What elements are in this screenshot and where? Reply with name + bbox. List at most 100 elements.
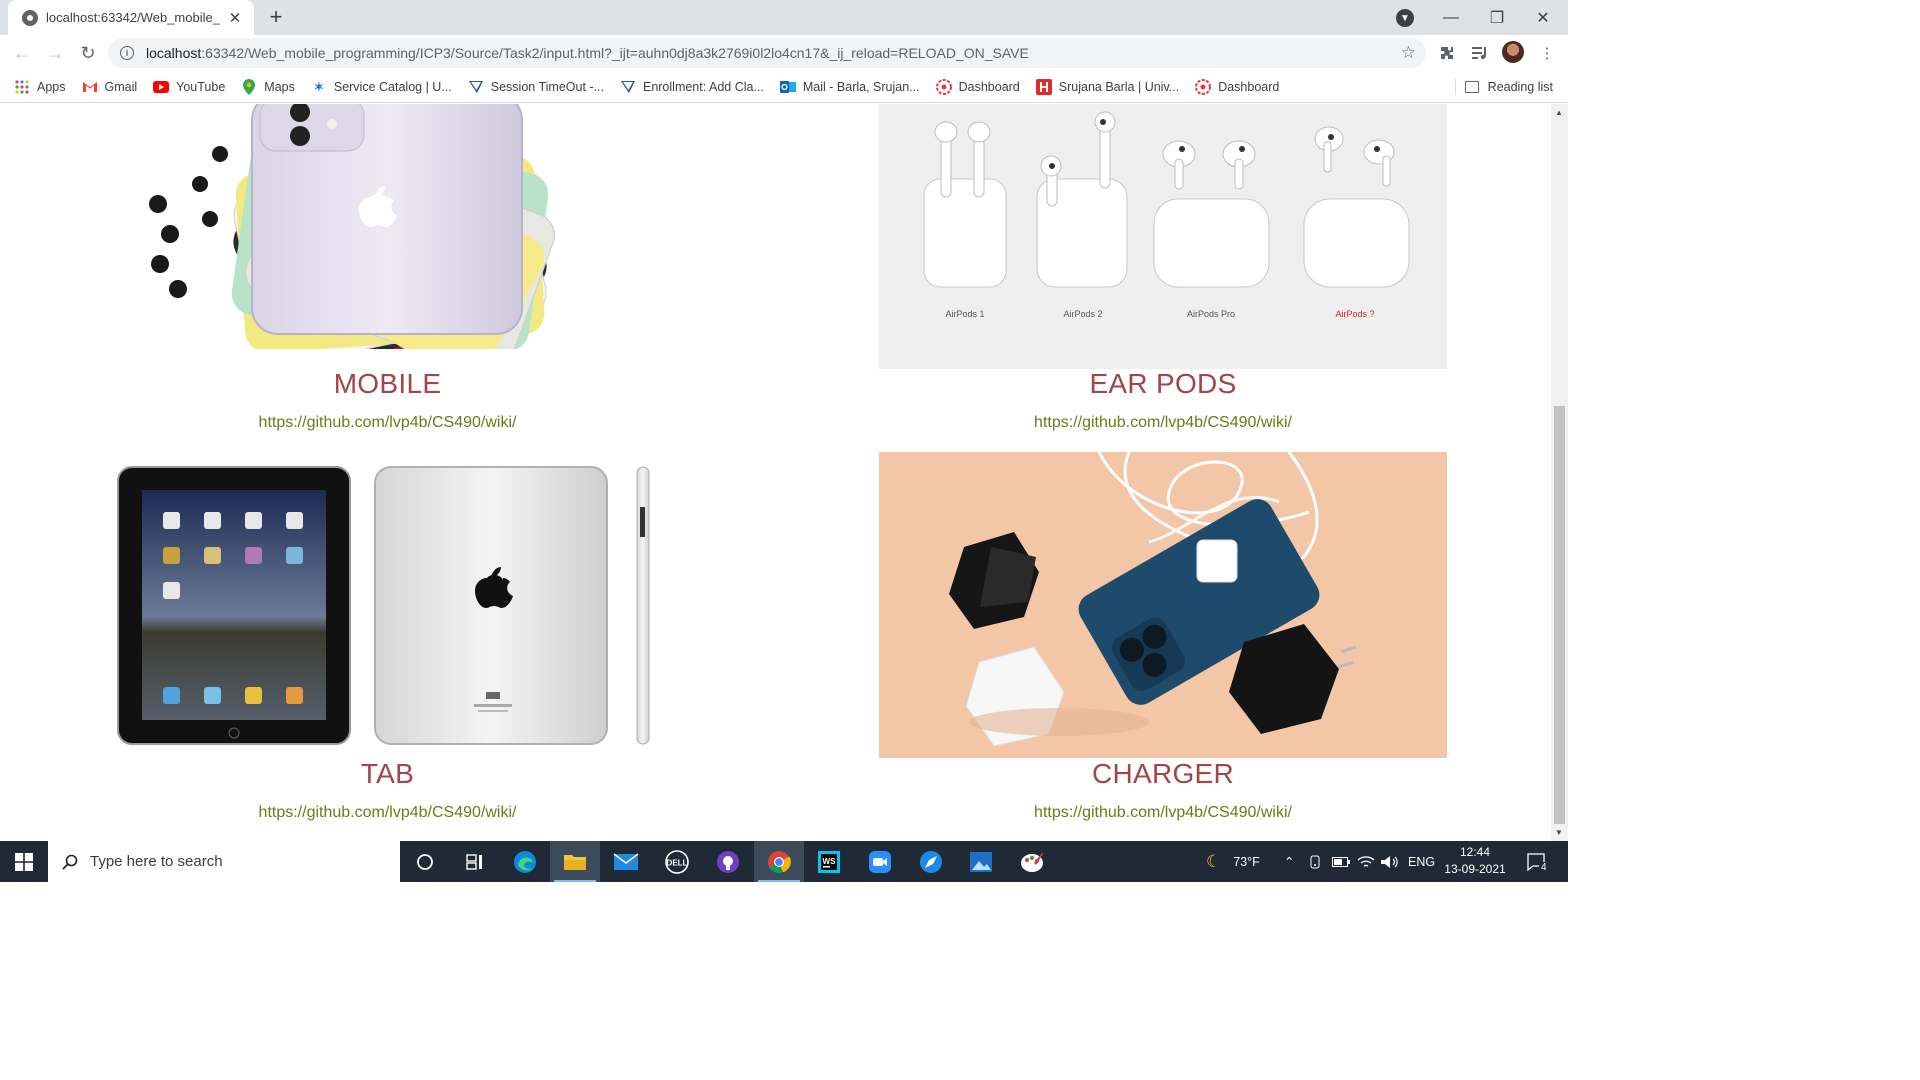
notification-count: 4 <box>1539 862 1549 873</box>
bookmark-enrollment[interactable]: Enrollment: Add Cla... <box>620 79 764 95</box>
dashboard-icon <box>935 78 952 95</box>
taskbar-clock[interactable]: 12:44 13-09-2021 <box>1440 844 1510 878</box>
handshake-icon <box>1035 78 1052 95</box>
globe-icon <box>22 9 38 26</box>
chrome-icon[interactable] <box>754 841 804 882</box>
task-view-icon[interactable] <box>450 841 500 882</box>
bookmark-label: Enrollment: Add Cla... <box>642 79 764 94</box>
bookmark-apps[interactable]: Apps <box>14 79 66 95</box>
bookmark-label: Service Catalog | U... <box>333 79 452 94</box>
gmail-icon <box>82 79 98 95</box>
bookmark-gmail[interactable]: Gmail <box>82 79 137 95</box>
browser-toolbar: ← → ↻ i localhost:63342/Web_mobile_progr… <box>0 35 1568 71</box>
bookmark-maps[interactable]: Maps <box>241 78 295 95</box>
product-link[interactable]: https://github.com/lvp4b/CS490/wiki/ <box>879 804 1447 822</box>
start-button[interactable] <box>0 841 48 882</box>
minimize-button[interactable]: — <box>1428 0 1474 35</box>
bookmark-label: Session TimeOut -... <box>490 79 604 94</box>
windows-taskbar: Type here to search DELL WS ☾ 73°F ⌃ ENG… <box>0 841 1568 882</box>
menu-kebab-icon[interactable]: ⋮ <box>1537 43 1557 63</box>
back-button[interactable]: ← <box>10 41 34 65</box>
meet-now-icon[interactable] <box>1309 841 1323 882</box>
tab-title: localhost:63342/Web_mobile_pro <box>46 10 220 25</box>
product-label: TAB <box>360 758 415 789</box>
taskbar-search[interactable]: Type here to search <box>48 841 400 882</box>
bookmark-service-catalog[interactable]: ✶ Service Catalog | U... <box>311 79 452 95</box>
restore-button[interactable]: ❐ <box>1474 0 1520 35</box>
product-card-tab: TAB https://github.com/lvp4b/CS490/wiki/ <box>100 452 675 832</box>
bookmark-dashboard-1[interactable]: Dashboard <box>935 78 1020 95</box>
scroll-down-arrow-icon[interactable]: ▼ <box>1555 828 1563 837</box>
mail-icon[interactable] <box>601 841 651 882</box>
airpods-caption: AirPods Pro <box>1186 309 1236 319</box>
compass-app-icon[interactable] <box>906 841 956 882</box>
close-tab-icon[interactable]: ✕ <box>226 9 244 27</box>
media-queue-icon[interactable] <box>1470 43 1490 63</box>
webstorm-icon[interactable]: WS <box>804 841 854 882</box>
dell-icon[interactable]: DELL <box>652 841 702 882</box>
new-tab-button[interactable]: + <box>265 6 287 28</box>
bookmark-label: Dashboard <box>1218 79 1280 94</box>
tab-strip: localhost:63342/Web_mobile_pro ✕ + ▼ — ❐… <box>0 0 1568 35</box>
bookmark-youtube[interactable]: YouTube <box>153 79 225 95</box>
language-indicator[interactable]: ENG <box>1408 841 1435 882</box>
bookmark-session-timeout[interactable]: Session TimeOut -... <box>468 79 604 95</box>
reading-list-icon <box>1464 80 1479 93</box>
battery-icon[interactable] <box>1332 841 1350 882</box>
product-link[interactable]: https://github.com/lvp4b/CS490/wiki/ <box>100 414 675 432</box>
bookmark-dashboard-2[interactable]: Dashboard <box>1195 78 1280 95</box>
edge-icon[interactable] <box>500 841 550 882</box>
notification-center-icon[interactable]: 4 <box>1526 841 1549 882</box>
tab-search-icon[interactable]: ▼ <box>1396 9 1414 27</box>
product-link[interactable]: https://github.com/lvp4b/CS490/wiki/ <box>879 414 1447 432</box>
zoom-icon[interactable] <box>855 841 905 882</box>
product-card-charger: CHARGER https://github.com/lvp4b/CS490/w… <box>879 452 1447 832</box>
file-explorer-icon[interactable] <box>550 841 600 882</box>
product-card-mobile: MOBILE https://github.com/lvp4b/CS490/wi… <box>100 104 675 444</box>
svg-text:DELL: DELL <box>667 858 688 867</box>
bookmark-label: YouTube <box>176 79 226 94</box>
bookmark-srujana[interactable]: Srujana Barla | Univ... <box>1035 78 1180 95</box>
moon-icon: ☾ <box>1206 851 1222 871</box>
reload-button[interactable]: ↻ <box>76 41 100 65</box>
profile-avatar[interactable] <box>1502 41 1524 63</box>
weather-widget[interactable]: ☾ 73°F <box>1206 841 1260 882</box>
scroll-up-arrow-icon[interactable]: ▲ <box>1555 108 1563 117</box>
bookmark-label: Apps <box>37 79 66 94</box>
apps-grid-icon <box>14 79 30 95</box>
product-label: EAR PODS <box>1089 368 1237 399</box>
bookmarks-separator <box>1455 79 1456 95</box>
bookmark-mail[interactable]: Mail - Barla, Srujan... <box>779 79 920 95</box>
bookmark-label: Srujana Barla | Univ... <box>1058 79 1180 94</box>
airpods-caption: AirPods 2 <box>1063 309 1103 319</box>
dashboard-icon <box>1195 78 1212 95</box>
product-link[interactable]: https://github.com/lvp4b/CS490/wiki/ <box>100 804 675 822</box>
airpods-caption: AirPods 1 <box>945 309 985 319</box>
scrollbar-thumb[interactable] <box>1554 406 1565 824</box>
browser-tab[interactable]: localhost:63342/Web_mobile_pro ✕ <box>8 0 254 35</box>
weather-temp: 73°F <box>1233 854 1260 869</box>
cortana-icon[interactable] <box>400 841 450 882</box>
bookmark-star-icon[interactable]: ☆ <box>1401 43 1416 63</box>
url-text[interactable]: localhost:63342/Web_mobile_programming/I… <box>146 45 1029 61</box>
extensions-puzzle-icon[interactable] <box>1437 43 1457 63</box>
youtube-icon <box>153 79 170 95</box>
github-icon[interactable] <box>703 841 753 882</box>
address-bar[interactable]: i localhost:63342/Web_mobile_programming… <box>108 38 1426 68</box>
forward-button[interactable]: → <box>43 41 67 65</box>
site-info-icon[interactable]: i <box>120 46 134 60</box>
page-scrollbar[interactable]: ▲ ▼ <box>1551 104 1568 841</box>
bookmark-label: Dashboard <box>958 79 1020 94</box>
ipad-image <box>117 466 650 745</box>
wifi-icon[interactable] <box>1357 841 1375 882</box>
windows-logo-icon <box>15 852 33 871</box>
photos-icon[interactable] <box>956 841 1006 882</box>
hidden-icons-chevron-icon[interactable]: ⌃ <box>1284 841 1294 882</box>
iphone-image <box>149 104 555 349</box>
product-card-earpods: AirPods 1 AirPods 2 AirPods Pro AirPods … <box>879 104 1447 444</box>
reading-list-button[interactable]: Reading list <box>1464 71 1553 102</box>
volume-icon[interactable] <box>1380 841 1400 882</box>
paint-icon[interactable] <box>1007 841 1057 882</box>
window-close-button[interactable]: ✕ <box>1520 0 1566 35</box>
session-flag-icon <box>468 79 484 95</box>
